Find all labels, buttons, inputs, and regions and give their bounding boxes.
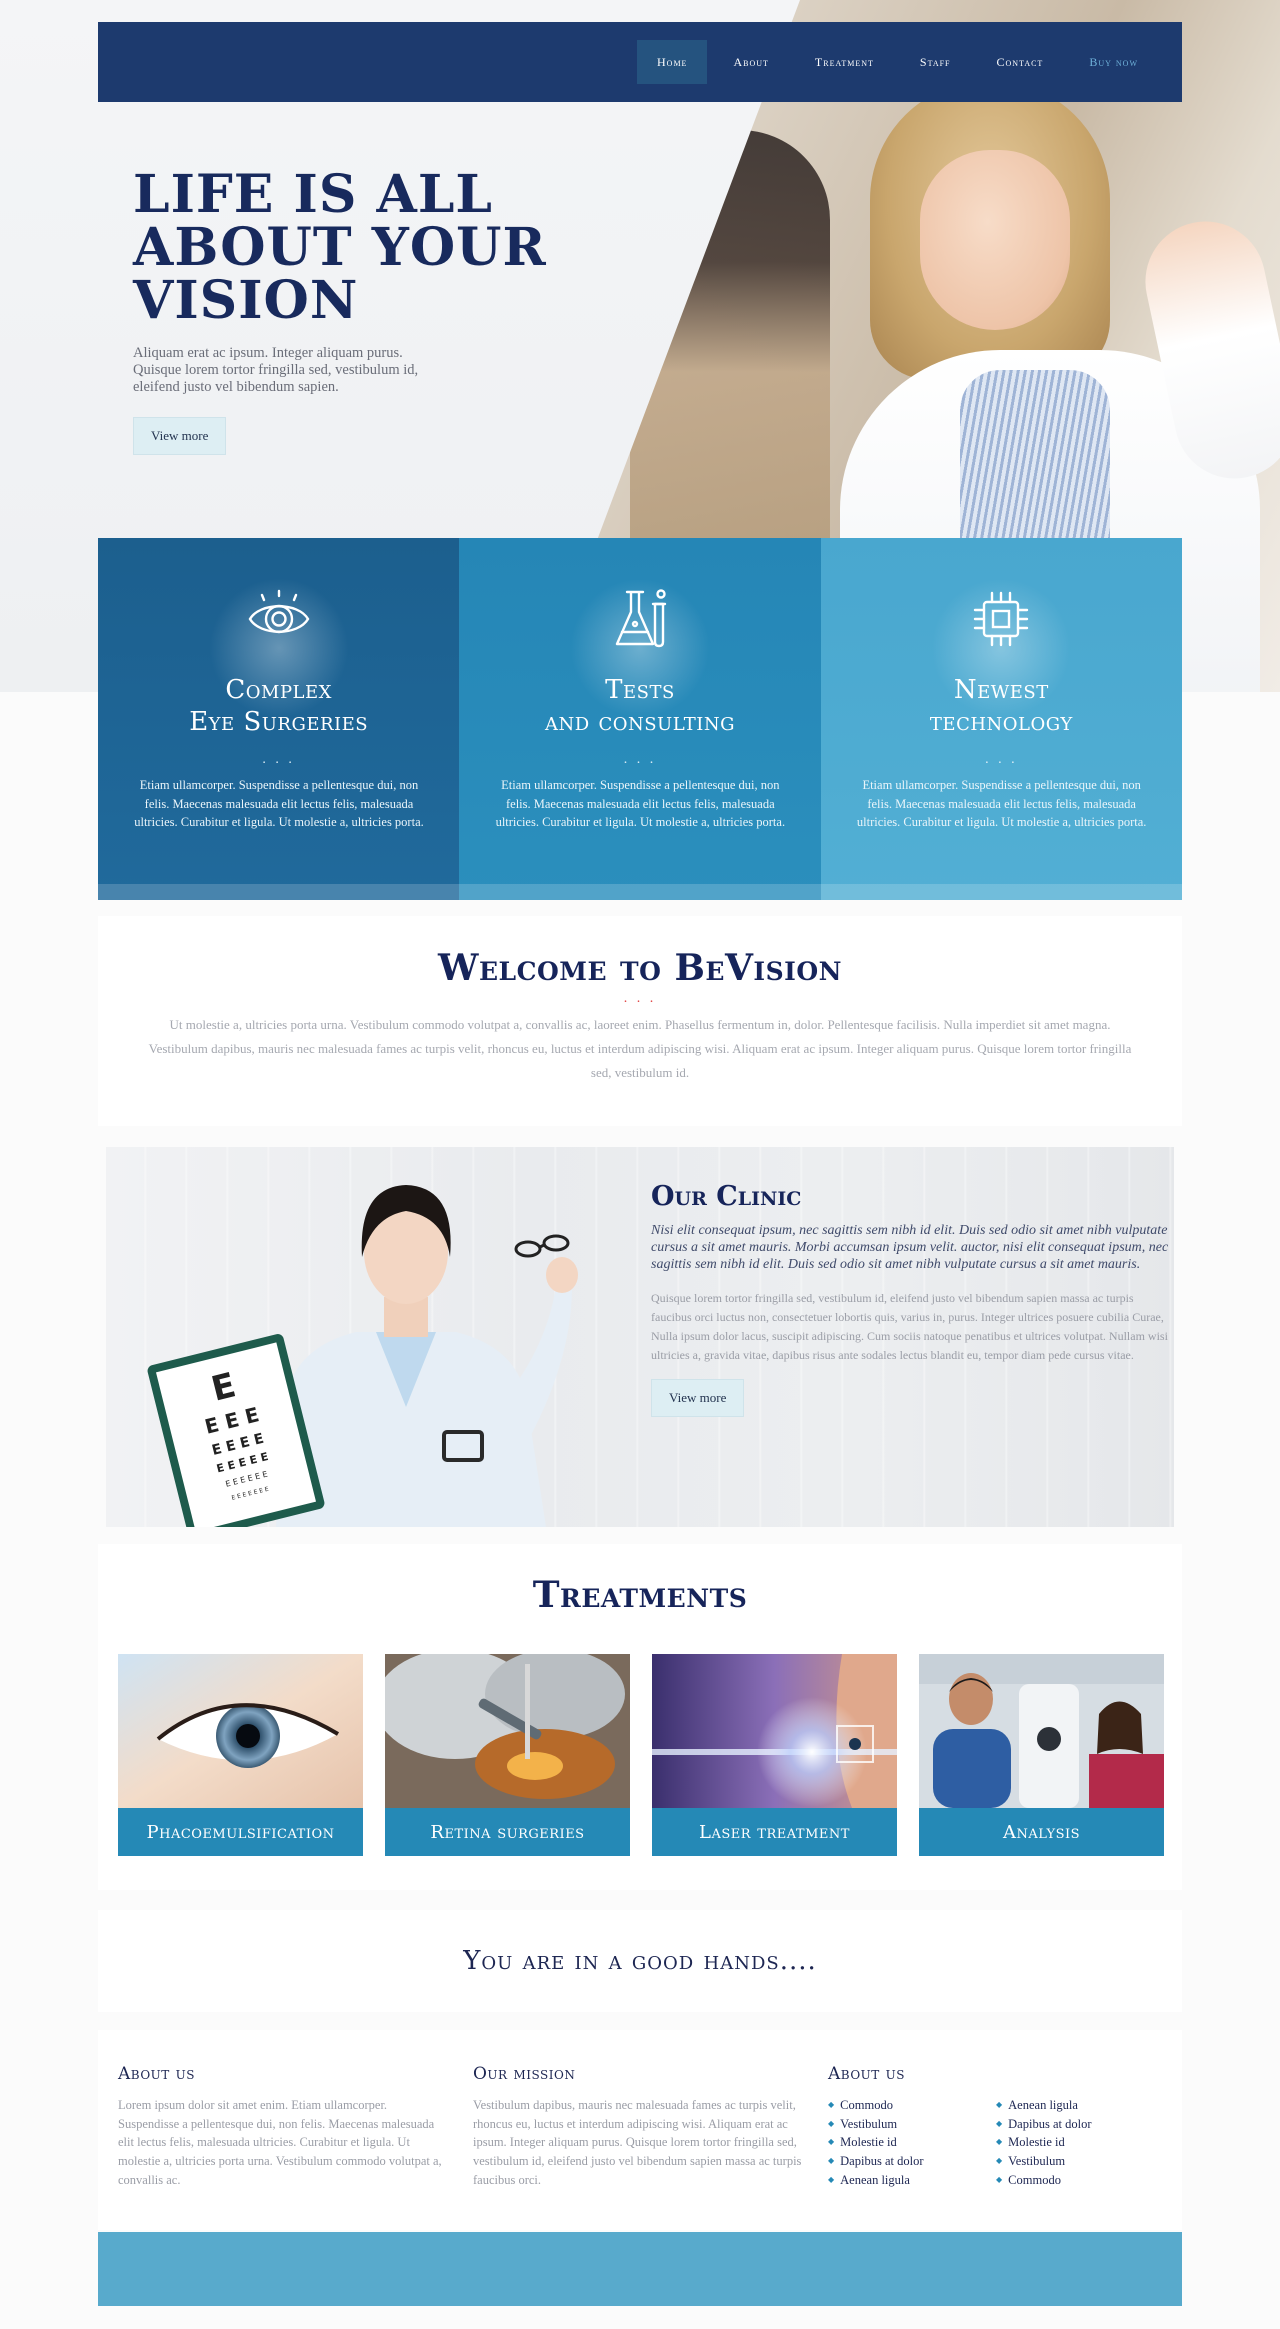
clinic-view-more-button[interactable]: View more	[651, 1379, 745, 1417]
feature-card-eye-surgeries: Complex Eye Surgeries . . . Etiam ullamco…	[98, 538, 460, 900]
clinic-title: Our Clinic	[651, 1181, 802, 1212]
clinic-lead: Nisi elit consequat ipsum, nec sagittis …	[651, 1223, 1169, 1272]
nav-item-home[interactable]: Home	[637, 40, 708, 84]
feature-card-tests-consulting: Tests and consulting . . . Etiam ullamcor…	[459, 538, 821, 900]
footer-link[interactable]: Molestie id	[996, 2133, 1091, 2152]
eye-icon	[248, 589, 310, 634]
footer-link[interactable]: Commodo	[828, 2096, 996, 2115]
treatment-card-analysis[interactable]: Analysis	[919, 1654, 1164, 1856]
footer-links-title: About us	[828, 2064, 906, 2084]
welcome-text: Ut molestie a, ultricies porta urna. Ves…	[148, 1017, 1132, 1080]
treatment-label: Laser treatment	[652, 1808, 897, 1856]
clinic-section: E E E E E E E E E E E E E E E E E E E E …	[106, 1147, 1174, 1527]
footer-mission-column: Our mission Vestibulum dapibus, mauris n…	[473, 2064, 803, 2190]
hero-title: LIFE IS ALL ABOUT YOUR VISION	[133, 164, 547, 331]
feature-description: Etiam ullamcorper. Suspendisse a pellent…	[495, 778, 786, 829]
footer-about-column: About us Lorem ipsum dolor sit amet enim…	[118, 2064, 448, 2190]
footer-link[interactable]: Vestibulum	[828, 2115, 996, 2134]
footer-link[interactable]: Commodo	[996, 2171, 1091, 2190]
footer-link[interactable]: Vestibulum	[996, 2152, 1091, 2171]
feature-dots: . . .	[985, 752, 1018, 767]
hero-description: Aliquam erat ac ipsum. Integer aliquam p…	[133, 345, 419, 395]
footer-link[interactable]: Dapibus at dolor	[828, 2152, 996, 2171]
welcome-section: Welcome to BeVision . . . Ut molestie a,…	[98, 916, 1182, 1126]
feature-description: Etiam ullamcorper. Suspendisse a pellent…	[134, 778, 424, 829]
footer-content: About us Lorem ipsum dolor sit amet enim…	[98, 2030, 1182, 2230]
footer-link[interactable]: Aenean ligula	[828, 2171, 996, 2190]
nav-item-treatment[interactable]: Treatment	[795, 40, 894, 84]
clinic-body: Quisque lorem tortor fringilla sed, vest…	[651, 1291, 1168, 1362]
feature-title: Newest technology	[929, 675, 1073, 737]
feature-title: Tests and consulting	[545, 675, 735, 737]
flask-icon	[615, 589, 667, 648]
hero-text-block: LIFE IS ALL ABOUT YOUR VISION Aliquam er…	[133, 168, 553, 455]
hero-view-more-button[interactable]: View more	[133, 417, 227, 455]
feature-description: Etiam ullamcorper. Suspendisse a pellent…	[856, 778, 1147, 829]
treatment-card-phacoemulsification[interactable]: Phacoemulsification	[118, 1654, 363, 1856]
treatment-card-retina-surgeries[interactable]: Retina surgeries	[385, 1654, 630, 1856]
footer-links-list-2: Aenean ligula Dapibus at dolor Molestie …	[996, 2096, 1091, 2190]
treatments-grid: Phacoemulsification Retina surgeries Las…	[118, 1654, 1164, 1856]
good-hands-banner: You are in a good hands....	[98, 1910, 1182, 2012]
footer-mission-text: Vestibulum dapibus, mauris nec malesuada…	[473, 2098, 802, 2187]
welcome-dots: . . .	[623, 991, 657, 1006]
footer-link[interactable]: Molestie id	[828, 2133, 996, 2152]
welcome-title: Welcome to BeVision	[438, 947, 842, 989]
feature-dots: . . .	[262, 752, 295, 767]
nav-menu: Home About Treatment Staff Contact Buy n…	[637, 40, 1158, 84]
feature-title: Complex Eye Surgeries	[189, 675, 369, 737]
nav-item-buy-now[interactable]: Buy now	[1069, 40, 1158, 84]
treatment-label: Retina surgeries	[385, 1808, 630, 1856]
footer-links-list-1: Commodo Vestibulum Molestie id Dapibus a…	[828, 2096, 996, 2190]
clinic-text-block: Our Clinic Nisi elit consequat ipsum, ne…	[651, 1181, 1171, 1417]
treatment-label: Phacoemulsification	[118, 1808, 363, 1856]
footer-about-text: Lorem ipsum dolor sit amet enim. Etiam u…	[118, 2098, 442, 2187]
treatment-image-eye	[118, 1654, 363, 1808]
feature-card-newest-technology: Newest technology . . . Etiam ullamcorper…	[820, 538, 1182, 900]
treatment-image-surgery	[385, 1654, 630, 1808]
footer-links-column: About us Commodo Vestibulum Molestie id …	[828, 2064, 1168, 2190]
main-navbar: Home About Treatment Staff Contact Buy n…	[98, 22, 1182, 102]
footer-bottom-bar	[98, 2232, 1182, 2306]
nav-item-contact[interactable]: Contact	[977, 40, 1064, 84]
footer-link[interactable]: Aenean ligula	[996, 2096, 1091, 2115]
treatment-image-analysis	[919, 1654, 1164, 1808]
treatment-label: Analysis	[919, 1808, 1164, 1856]
footer-about-title: About us	[118, 2064, 196, 2084]
nav-item-staff[interactable]: Staff	[900, 40, 971, 84]
features-row: Complex Eye Surgeries . . . Etiam ullamco…	[98, 538, 1182, 900]
good-hands-text: You are in a good hands....	[463, 1946, 817, 1976]
footer-mission-title: Our mission	[473, 2064, 576, 2084]
clinic-doctor-photo: E E E E E E E E E E E E E E E E E E E E …	[147, 1185, 578, 1527]
treatments-section: Treatments Phacoemulsification Retina su…	[98, 1544, 1182, 1890]
chip-icon	[974, 591, 1029, 647]
feature-dots: . . .	[623, 752, 657, 767]
treatments-title: Treatments	[532, 1574, 748, 1616]
treatment-card-laser-treatment[interactable]: Laser treatment	[652, 1654, 897, 1856]
treatment-image-laser	[652, 1654, 897, 1808]
nav-item-about[interactable]: About	[713, 40, 788, 84]
footer-link[interactable]: Dapibus at dolor	[996, 2115, 1091, 2134]
